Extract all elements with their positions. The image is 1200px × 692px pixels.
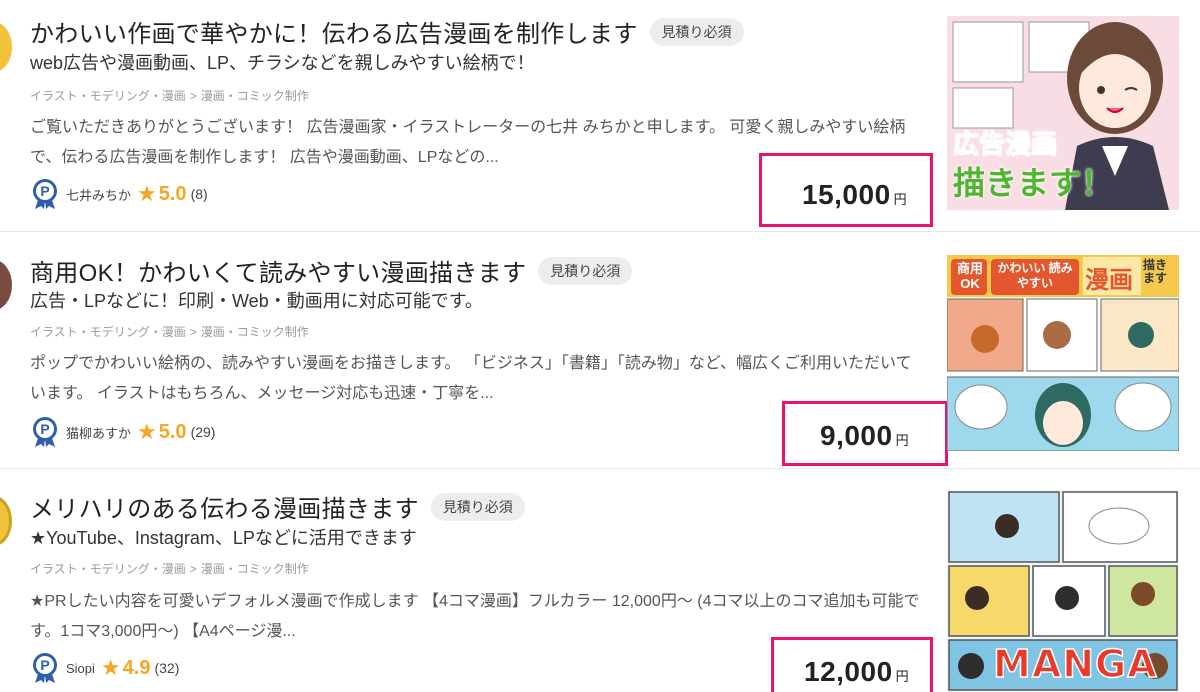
svg-text:P: P: [40, 657, 49, 673]
price: 12,000 円: [804, 656, 909, 688]
listing-title[interactable]: かわいい作画で華やかに！伝わる広告漫画を制作します: [30, 14, 638, 49]
title-row: 商用OK！かわいくて読みやすい漫画描きます 見積り必須: [30, 253, 633, 288]
title-row: かわいい作画で華やかに！伝わる広告漫画を制作します 見積り必須: [30, 14, 744, 49]
listing-title[interactable]: メリハリのある伝わる漫画描きます: [30, 489, 419, 524]
svg-text:P: P: [40, 421, 49, 437]
listing-subtitle: 広告・LPなどに！印刷・Web・動画用に対応可能です。: [30, 291, 483, 311]
listing-thumbnail[interactable]: MANGA: [947, 490, 1179, 692]
thumbnail-text-manga: MANGA: [992, 641, 1158, 687]
breadcrumb-separator: >: [189, 89, 197, 103]
review-count: (8): [190, 186, 208, 202]
avatar[interactable]: [0, 496, 12, 546]
breadcrumb-category[interactable]: イラスト・モデリング・漫画: [30, 325, 186, 339]
estimate-required-badge: 見積り必須: [538, 256, 633, 285]
thumbnail-text-line2: 描きます！: [953, 165, 1114, 201]
listing-subtitle: web広告や漫画動画、LP、チラシなどを親しみやすい絵柄で！: [30, 53, 535, 73]
thumbnail-text-commercial: 商用OK: [956, 261, 983, 291]
thumbnail-text-manga: 漫画: [1085, 267, 1133, 294]
price-highlight: 15,000 円: [759, 153, 933, 227]
pro-badge-icon: P: [33, 417, 57, 447]
star-icon: ★: [137, 419, 157, 444]
breadcrumb-category[interactable]: イラスト・モデリング・漫画: [30, 89, 186, 103]
thumbnail-text-line1: 広告漫画: [952, 129, 1058, 160]
star-icon: ★: [100, 655, 121, 680]
thumbnail-text-draw: 描きます: [1143, 258, 1168, 285]
divider: [0, 468, 1200, 469]
seller-info: P 猫柳あすか ★ 5.0 (29): [30, 416, 215, 448]
thumbnail-text-cute: かわいい 読みやすい: [997, 261, 1073, 290]
currency: 円: [895, 669, 910, 684]
breadcrumb-subcategory[interactable]: 漫画・コミック制作: [201, 89, 309, 103]
divider: [0, 231, 1200, 232]
rating-value: 5.0: [158, 182, 187, 205]
breadcrumb-category[interactable]: イラスト・モデリング・漫画: [30, 562, 186, 576]
breadcrumb: イラスト・モデリング・漫画 > 漫画・コミック制作: [30, 560, 309, 577]
currency: 円: [895, 433, 910, 448]
pro-badge-icon: P: [33, 179, 57, 209]
estimate-required-badge: 見積り必須: [430, 492, 525, 521]
svg-text:P: P: [40, 183, 49, 199]
price-value: 12,000: [804, 656, 893, 687]
title-row: メリハリのある伝わる漫画描きます 見積り必須: [30, 489, 525, 524]
avatar[interactable]: [0, 260, 12, 310]
review-count: (32): [154, 660, 180, 676]
price: 9,000 円: [820, 420, 909, 452]
seller-name[interactable]: 七井みちか: [66, 185, 131, 204]
avatar[interactable]: [0, 22, 12, 72]
seller-name[interactable]: Siopi: [66, 661, 95, 676]
breadcrumb-subcategory[interactable]: 漫画・コミック制作: [201, 562, 309, 576]
review-count: (29): [190, 424, 216, 440]
seller-name[interactable]: 猫柳あすか: [66, 423, 131, 442]
price-highlight: 12,000 円: [771, 637, 933, 692]
rating-value: 5.0: [158, 420, 187, 443]
rating-value: 4.9: [122, 656, 151, 679]
listing-description: ポップでかわいい絵柄の、読みやすい漫画をお描きします。 「ビジネス」「書籍」「読…: [30, 355, 912, 402]
price-highlight: 9,000 円: [782, 401, 948, 466]
currency: 円: [893, 192, 908, 207]
price-value: 15,000: [802, 179, 891, 210]
breadcrumb-subcategory[interactable]: 漫画・コミック制作: [201, 325, 309, 339]
listing-thumbnail[interactable]: 広告漫画 描きます！: [947, 16, 1179, 210]
listing-thumbnail[interactable]: 商用OK かわいい 読みやすい 漫画 描きます: [947, 255, 1179, 451]
breadcrumb: イラスト・モデリング・漫画 > 漫画・コミック制作: [30, 323, 309, 340]
pro-badge-icon: P: [33, 653, 57, 683]
breadcrumb-separator: >: [189, 325, 197, 339]
breadcrumb-separator: >: [189, 562, 197, 576]
estimate-required-badge: 見積り必須: [649, 17, 744, 46]
seller-info: P Siopi ★ 4.9 (32): [30, 652, 179, 684]
price: 15,000 円: [802, 179, 907, 211]
star-icon: ★: [137, 181, 157, 206]
price-value: 9,000: [820, 420, 893, 451]
listing-title[interactable]: 商用OK！かわいくて読みやすい漫画描きます: [30, 253, 526, 288]
seller-info: P 七井みちか ★ 5.0 (8): [30, 178, 208, 210]
listing-subtitle: ★YouTube、Instagram、LPなどに活用できます: [30, 528, 417, 548]
breadcrumb: イラスト・モデリング・漫画 > 漫画・コミック制作: [30, 87, 309, 104]
